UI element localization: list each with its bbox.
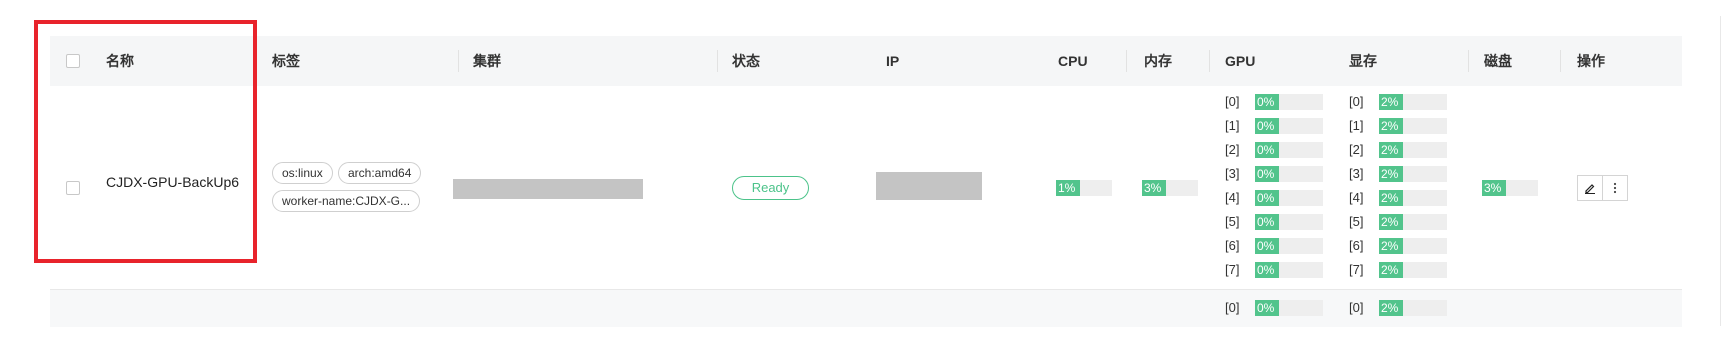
edit-button[interactable] [1577,175,1603,201]
gpu-index: [0] [1225,300,1240,315]
gpu-index: [2] [1225,142,1240,157]
gpu-usage-label: 0% [1257,191,1275,205]
vram-usage-bar: 2% [1379,118,1447,134]
gpu-usage-bar: 0% [1255,214,1323,230]
column-header-vram[interactable]: 显存 [1349,36,1377,86]
gpu-usage-label: 0% [1257,301,1275,315]
disk-usage-label: 3% [1484,181,1502,195]
vram-usage-label: 2% [1381,167,1399,181]
vram-usage-label: 2% [1381,215,1399,229]
column-header-actions: 操作 [1577,53,1605,69]
vram-usage-bar: 2% [1379,238,1447,254]
gpu-usage-bar: 0% [1255,142,1323,158]
vram-usage-label: 2% [1381,143,1399,157]
gpu-usage-label: 0% [1257,95,1275,109]
vram-usage-label: 2% [1381,239,1399,253]
vram-usage-bar: 2% [1379,300,1447,316]
page-scroll-track [1720,16,1721,326]
label-tag: arch:amd64 [338,162,422,184]
memory-usage-label: 3% [1144,181,1162,195]
vram-usage-label: 2% [1381,263,1399,277]
vram-usage-label: 2% [1381,119,1399,133]
column-divider [717,50,718,72]
edit-icon [1585,184,1595,194]
vram-usage-bar: 2% [1379,166,1447,182]
vram-index: [3] [1349,166,1364,181]
vram-usage-bar: 2% [1379,262,1447,278]
gpu-index: [1] [1225,118,1240,133]
gpu-usage-bar: 0% [1255,300,1323,316]
column-header-ip[interactable]: IP [886,36,899,86]
column-divider [1209,50,1210,72]
memory-usage-bar: 3% [1142,180,1198,196]
gpu-usage-bar: 0% [1255,262,1323,278]
vram-index: [1] [1349,118,1364,133]
node-table: 名称 标签 集群 状态 IP CPU 内存 GPU 显存 磁盘 操作 CJDX-… [50,36,1682,327]
gpu-usage-bar: 0% [1255,190,1323,206]
column-header-memory[interactable]: 内存 [1144,36,1172,86]
column-divider [1468,50,1469,72]
gpu-usage-label: 0% [1257,215,1275,229]
gpu-usage-bar: 0% [1255,94,1323,110]
gpu-index: [7] [1225,262,1240,277]
more-vertical-icon [1613,182,1617,194]
vram-usage-label: 2% [1381,191,1399,205]
table-row: CJDX-GPU-BackUp6 os:linux arch:amd64 wor… [50,86,1682,290]
gpu-usage-label: 0% [1257,263,1275,277]
highlight-box [34,20,257,263]
column-divider [1126,50,1127,72]
vram-usage-bar: 2% [1379,190,1447,206]
gpu-usage-label: 0% [1257,167,1275,181]
cpu-usage-label: 1% [1058,181,1076,195]
disk-usage-bar: 3% [1482,180,1538,196]
cpu-usage-bar: 1% [1056,180,1112,196]
vram-usage-bar: 2% [1379,214,1447,230]
gpu-index: [0] [1225,94,1240,109]
gpu-usage-label: 0% [1257,143,1275,157]
table-row: [0] 0% [0] 2% [50,290,1682,327]
vram-index: [2] [1349,142,1364,157]
vram-index: [4] [1349,190,1364,205]
status-badge: Ready [732,176,809,200]
vram-usage-label: 2% [1381,301,1399,315]
gpu-usage-bar: 0% [1255,166,1323,182]
more-actions-button[interactable] [1602,175,1628,201]
vram-index: [7] [1349,262,1364,277]
table-header: 名称 标签 集群 状态 IP CPU 内存 GPU 显存 磁盘 操作 [50,36,1682,86]
vram-index: [0] [1349,300,1364,315]
vram-index: [6] [1349,238,1364,253]
vram-usage-label: 2% [1381,95,1399,109]
label-tag: worker-name:CJDX-G... [272,190,421,212]
ip-redacted [876,172,982,200]
vram-index: [0] [1349,94,1364,109]
column-divider [1560,50,1561,72]
gpu-index: [4] [1225,190,1240,205]
label-tag: os:linux [272,162,333,184]
column-header-gpu[interactable]: GPU [1225,36,1255,86]
vram-index: [5] [1349,214,1364,229]
gpu-usage-label: 0% [1257,119,1275,133]
gpu-usage-bar: 0% [1255,118,1323,134]
vram-usage-bar: 2% [1379,94,1447,110]
column-divider [458,50,459,72]
gpu-index: [3] [1225,166,1240,181]
column-header-labels[interactable]: 标签 [272,36,300,86]
column-header-disk[interactable]: 磁盘 [1484,36,1512,86]
column-header-cluster[interactable]: 集群 [473,36,501,86]
column-header-cpu[interactable]: CPU [1058,36,1088,86]
column-header-status[interactable]: 状态 [732,36,760,86]
cluster-redacted [453,179,643,199]
gpu-usage-bar: 0% [1255,238,1323,254]
gpu-index: [6] [1225,238,1240,253]
gpu-usage-label: 0% [1257,239,1275,253]
vram-usage-bar: 2% [1379,142,1447,158]
gpu-index: [5] [1225,214,1240,229]
